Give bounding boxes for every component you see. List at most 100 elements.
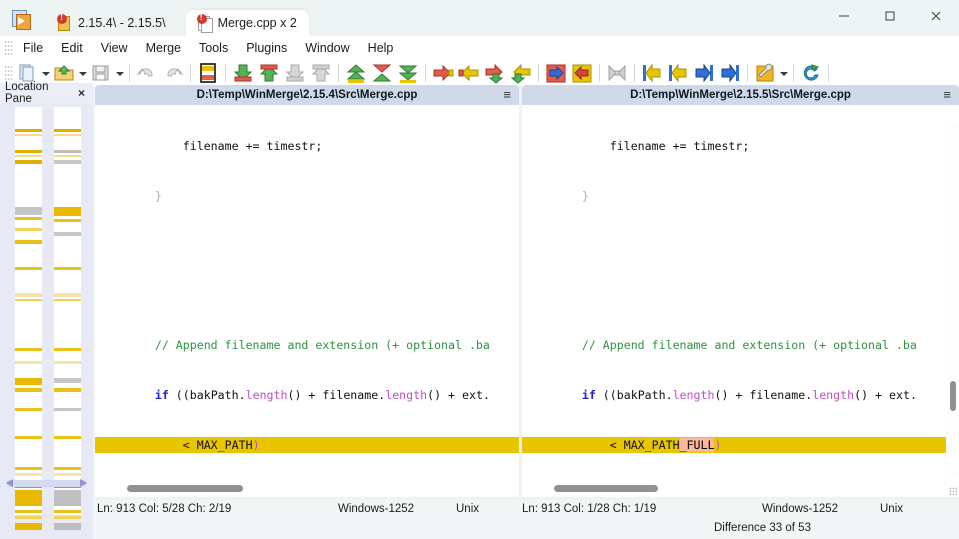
left-hscroll-thumb[interactable]	[127, 485, 243, 492]
menu-item-view[interactable]: View	[92, 39, 137, 57]
location-map-left[interactable]	[15, 107, 42, 530]
hamburger-menu-icon[interactable]: ≡	[503, 87, 511, 102]
location-diff-bar	[15, 267, 42, 270]
location-diff-bar	[54, 293, 81, 297]
location-diff-bar	[15, 228, 42, 231]
toolbar-separator	[793, 64, 794, 82]
right-code-area[interactable]: filename += timestr; } // Append filenam…	[522, 105, 959, 477]
location-diff-bar	[15, 129, 42, 132]
location-diff-bar	[15, 150, 42, 153]
menu-item-file[interactable]: File	[14, 39, 52, 57]
copy-right-and-advance-button[interactable]	[483, 62, 507, 84]
location-diff-bar	[54, 523, 81, 530]
merge-button[interactable]	[605, 62, 629, 84]
location-diff-bar	[15, 388, 42, 392]
copy-left-disabled-button[interactable]	[309, 62, 333, 84]
right-to-left-button[interactable]	[718, 62, 742, 84]
status-row-secondary: Difference 33 of 53	[93, 519, 959, 538]
copy-to-left-button[interactable]	[457, 62, 481, 84]
toolbar-drag-grip[interactable]	[4, 65, 12, 81]
menu-bar: File Edit View Merge Tools Plugins Windo…	[0, 36, 959, 59]
previous-diff-button[interactable]	[370, 62, 394, 84]
left-to-left-button[interactable]	[640, 62, 664, 84]
undo-button[interactable]	[135, 62, 159, 84]
code-line: filename += timestr;	[99, 139, 323, 154]
location-pane-header: Location Pane ×	[0, 81, 93, 105]
refresh-button[interactable]	[799, 62, 823, 84]
location-diff-bar	[15, 348, 42, 351]
menu-item-window[interactable]: Window	[296, 39, 358, 57]
location-map-right[interactable]	[54, 107, 81, 530]
right-cursor-position: Ln: 913 Col: 1/28 Ch: 1/19	[522, 503, 657, 515]
location-diff-bar	[54, 516, 81, 519]
save-dropdown-caret[interactable]	[114, 62, 125, 84]
location-diff-bar	[15, 134, 42, 136]
resize-grip-icon[interactable]	[949, 487, 957, 495]
close-icon[interactable]: ×	[78, 86, 85, 100]
options-dropdown-caret[interactable]	[778, 62, 789, 84]
right-horizontal-scrollbar[interactable]	[522, 481, 959, 497]
file-compare-icon	[196, 12, 213, 33]
location-diff-bar	[54, 436, 81, 439]
next-diff-button[interactable]	[396, 62, 420, 84]
right-hscroll-thumb[interactable]	[554, 485, 658, 492]
code-line: filename += timestr;	[526, 139, 750, 154]
location-diff-bar	[15, 299, 42, 301]
right-pane-header[interactable]: D:\Temp\WinMerge\2.15.5\Src\Merge.cpp ≡	[522, 85, 959, 105]
diff-context-button[interactable]	[196, 62, 220, 84]
location-diff-bar	[15, 240, 42, 244]
options-button[interactable]	[753, 62, 777, 84]
right-to-right-button[interactable]	[692, 62, 716, 84]
toolbar-separator	[538, 64, 539, 82]
menu-item-tools[interactable]: Tools	[190, 39, 237, 57]
title-bar: 2.15.4\ - 2.15.5\ Merge.cpp x 2	[0, 0, 959, 36]
left-file-path: D:\Temp\WinMerge\2.15.4\Src\Merge.cpp	[196, 89, 418, 101]
left-to-right-button[interactable]	[666, 62, 690, 84]
menu-item-plugins[interactable]: Plugins	[237, 39, 296, 57]
left-pane-header[interactable]: D:\Temp\WinMerge\2.15.4\Src\Merge.cpp ≡	[95, 85, 519, 105]
tab-file-compare[interactable]: Merge.cpp x 2	[185, 10, 309, 36]
right-vscroll-thumb[interactable]	[950, 381, 956, 411]
menu-item-edit[interactable]: Edit	[52, 39, 92, 57]
save-button[interactable]	[89, 62, 113, 84]
location-diff-bar	[54, 232, 81, 236]
minimize-button[interactable]	[821, 0, 867, 32]
location-pane-body[interactable]	[0, 103, 93, 539]
location-diff-bar	[54, 378, 81, 383]
open-dropdown-caret[interactable]	[77, 62, 88, 84]
location-diff-bar	[54, 219, 81, 222]
all-left-button[interactable]	[570, 62, 594, 84]
toolbar-separator	[338, 64, 339, 82]
location-diff-bar	[15, 408, 42, 411]
code-line-diff: < MAX_PATH)	[95, 436, 519, 454]
all-right-button[interactable]	[544, 62, 568, 84]
location-diff-bar	[15, 378, 42, 385]
location-diff-bar	[54, 490, 81, 506]
winmerge-window: 2.15.4\ - 2.15.5\ Merge.cpp x 2 File Edi…	[0, 0, 959, 539]
first-diff-button[interactable]	[344, 62, 368, 84]
copy-to-right-button[interactable]	[431, 62, 455, 84]
menu-item-help[interactable]: Help	[359, 39, 403, 57]
location-diff-bar	[54, 207, 81, 216]
location-diff-bar	[54, 299, 81, 301]
copy-right-disabled-button[interactable]	[283, 62, 307, 84]
left-code-area[interactable]: filename += timestr; } // Append filenam…	[95, 105, 519, 477]
status-bar: Ln: 913 Col: 5/28 Ch: 2/19 Windows-1252 …	[93, 500, 959, 539]
copy-right-button[interactable]	[231, 62, 255, 84]
hamburger-menu-icon[interactable]: ≡	[943, 87, 951, 102]
right-vertical-scrollbar[interactable]	[946, 125, 959, 477]
left-horizontal-scrollbar[interactable]	[95, 481, 519, 497]
menu-item-merge[interactable]: Merge	[137, 39, 190, 57]
location-diff-bar	[54, 160, 81, 164]
menu-drag-grip[interactable]	[4, 39, 12, 56]
maximize-button[interactable]	[867, 0, 913, 32]
toolbar-separator	[599, 64, 600, 82]
folder-compare-icon	[57, 12, 72, 31]
copy-left-button[interactable]	[257, 62, 281, 84]
redo-button[interactable]	[161, 62, 185, 84]
copy-left-and-advance-button[interactable]	[509, 62, 533, 84]
tab-folder-compare[interactable]: 2.15.4\ - 2.15.5\	[46, 10, 178, 36]
close-button[interactable]	[913, 0, 959, 32]
location-diff-bar	[15, 436, 42, 439]
